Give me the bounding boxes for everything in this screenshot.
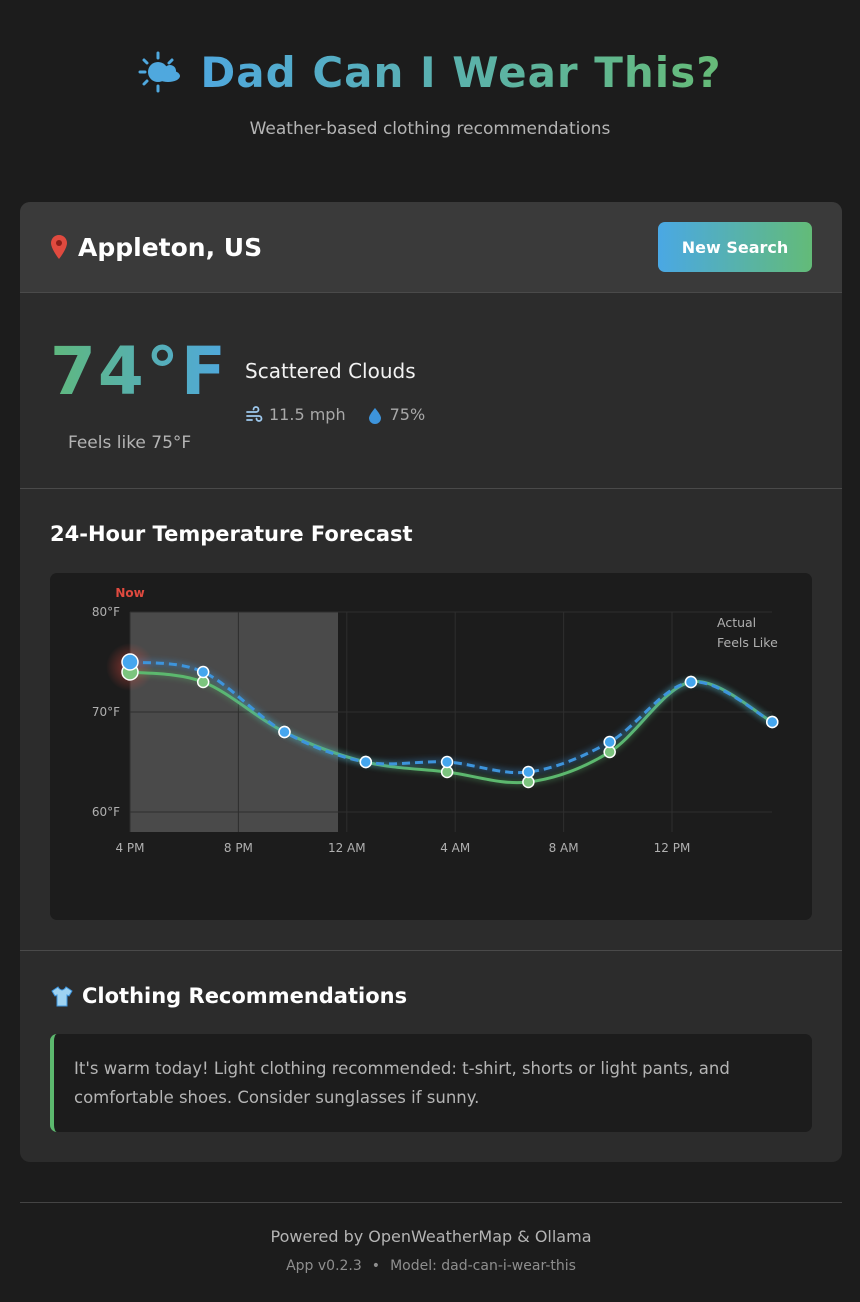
x-tick-label: 8 AM bbox=[549, 841, 579, 855]
location-name: Appleton, US bbox=[78, 232, 263, 262]
weather-card: Appleton, US New Search 74°F Feels like … bbox=[20, 202, 842, 1162]
app-version: App v0.2.3 bbox=[286, 1258, 362, 1274]
location-bar: Appleton, US New Search bbox=[20, 202, 842, 293]
new-search-button[interactable]: New Search bbox=[658, 222, 812, 272]
data-point bbox=[766, 715, 779, 729]
condition: Scattered Clouds bbox=[245, 359, 416, 383]
x-tick-label: 4 AM bbox=[440, 841, 470, 855]
wind-icon bbox=[246, 405, 263, 422]
wind-speed: 11.5 mph bbox=[269, 405, 346, 424]
weather-stats: 11.5 mph 75% bbox=[245, 405, 425, 424]
recommendation-text: It's warm today! Light clothing recommen… bbox=[50, 1034, 812, 1132]
location: Appleton, US bbox=[50, 233, 262, 262]
data-point bbox=[359, 755, 373, 769]
powered-by: Powered by OpenWeatherMap & Ollama bbox=[270, 1227, 592, 1246]
legend-actual: Actual bbox=[717, 615, 756, 630]
x-tick-label: 12 AM bbox=[328, 841, 366, 855]
app-subtitle: Weather-based clothing recommendations bbox=[249, 119, 611, 139]
recommendations-title: Clothing Recommendations bbox=[82, 984, 408, 1008]
current-weather: 74°F Feels like 75°F Scattered Clouds 11… bbox=[20, 293, 842, 489]
data-point bbox=[522, 765, 535, 779]
footer: Powered by OpenWeatherMap & Ollama App v… bbox=[20, 1202, 842, 1302]
footer-meta: App v0.2.3 • Model: dad-can-i-wear-this bbox=[20, 1258, 842, 1274]
app-header: Dad Can I Wear This? Weather-based cloth… bbox=[0, 0, 860, 202]
data-point bbox=[121, 653, 139, 671]
y-tick-label: 60°F bbox=[92, 805, 120, 819]
forecast-title: 24-Hour Temperature Forecast bbox=[50, 522, 413, 546]
title-row: Dad Can I Wear This? bbox=[0, 48, 860, 97]
recommendations-section: Clothing Recommendations It's warm today… bbox=[20, 951, 842, 1161]
current-temperature: 74°F bbox=[50, 333, 228, 410]
footer-separator: • bbox=[371, 1258, 381, 1274]
x-tick-label: 4 PM bbox=[115, 841, 144, 855]
model-name: Model: dad-can-i-wear-this bbox=[390, 1258, 576, 1274]
data-point bbox=[684, 675, 698, 689]
data-point bbox=[440, 755, 454, 769]
forecast-section: 24-Hour Temperature Forecast 60°F 70°F 80°… bbox=[20, 489, 842, 951]
tshirt-icon bbox=[51, 986, 73, 1007]
data-point bbox=[196, 665, 210, 679]
humidity-value: 75% bbox=[389, 405, 426, 424]
recommendations-heading: Clothing Recommendations bbox=[50, 984, 407, 1008]
night-shade bbox=[130, 612, 338, 832]
pin-icon bbox=[51, 235, 67, 259]
temperature-chart: 60°F 70°F 80°F 4 PM 8 PM 12 AM 4 AM 8 AM 12 PM No… bbox=[50, 573, 812, 920]
x-tick-label: 12 PM bbox=[654, 841, 691, 855]
humidity-stat: 75% bbox=[366, 405, 426, 424]
y-tick-label: 70°F bbox=[92, 705, 120, 719]
feels-like: Feels like 75°F bbox=[68, 433, 192, 453]
x-tick-label: 8 PM bbox=[224, 841, 253, 855]
y-tick-label: 80°F bbox=[92, 605, 120, 619]
chart-svg: 60°F 70°F 80°F 4 PM 8 PM 12 AM 4 AM 8 AM 12 PM No… bbox=[92, 586, 779, 855]
now-label: Now bbox=[115, 586, 144, 600]
legend-feels-like: Feels Like bbox=[717, 635, 778, 650]
data-point bbox=[603, 735, 616, 749]
data-point bbox=[278, 725, 291, 739]
wind-stat: 11.5 mph bbox=[245, 405, 346, 424]
droplet-icon bbox=[368, 407, 381, 424]
sun-behind-cloud-icon bbox=[138, 51, 181, 92]
app-title: Dad Can I Wear This? bbox=[200, 48, 722, 97]
